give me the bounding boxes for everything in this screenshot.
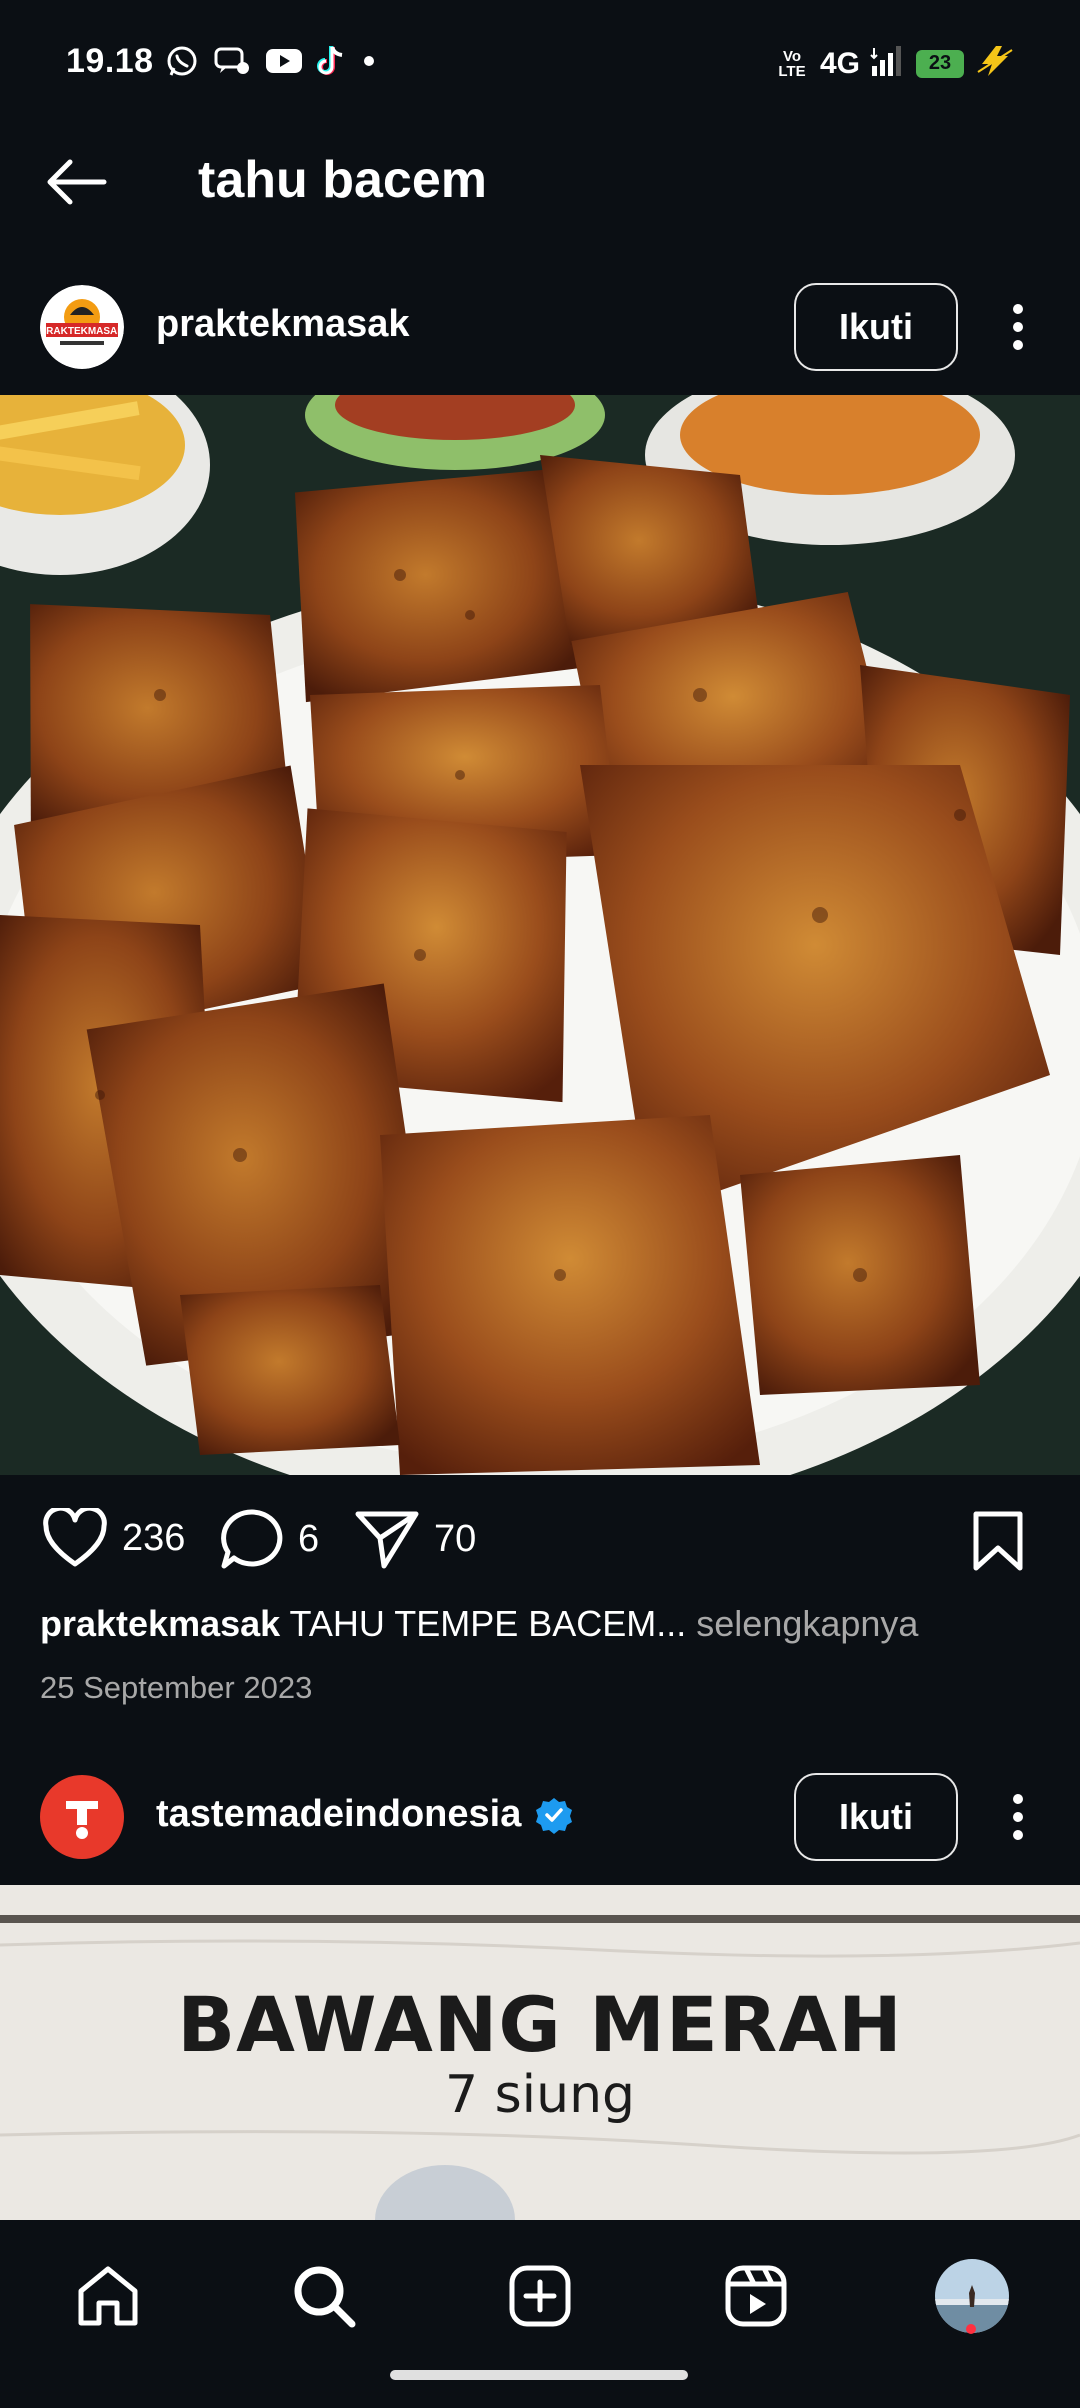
post-header: PRAKTEKMASAK praktekmasak Ikuti	[0, 265, 1080, 385]
system-status: Vo LTE 4G 23	[774, 44, 1016, 83]
bookmark-icon	[973, 1511, 1023, 1571]
username-text[interactable]: praktekmasak	[156, 303, 410, 346]
home-icon	[78, 2266, 138, 2326]
whatsapp-icon	[165, 44, 199, 78]
nav-search[interactable]	[284, 2256, 364, 2336]
more-options-button[interactable]	[992, 1781, 1044, 1853]
comment-count[interactable]: 6	[298, 1518, 319, 1561]
caption-username[interactable]: praktekmasak	[40, 1603, 280, 1644]
home-indicator[interactable]	[390, 2370, 688, 2380]
tiktok-icon	[317, 44, 347, 78]
save-button[interactable]	[970, 1510, 1026, 1577]
like-button[interactable]: 236	[42, 1508, 185, 1568]
avatar-text: PRAKTEKMASAK	[40, 326, 124, 337]
status-bar: 19.18 Vo LTE 4G 23	[0, 0, 1080, 120]
follow-button[interactable]: Ikuti	[794, 1773, 958, 1861]
image-subtitle: 7 siung	[444, 2065, 636, 2125]
verified-badge-icon	[536, 1797, 573, 1834]
username-text[interactable]: tastemadeindonesia	[156, 1793, 521, 1836]
more-vertical-icon	[1013, 1794, 1023, 1840]
page-title: tahu bacem	[198, 151, 487, 209]
dot-icon	[361, 53, 377, 69]
post-date: 25 September 2023	[40, 1670, 313, 1705]
like-count[interactable]: 236	[122, 1517, 185, 1560]
send-icon	[355, 1511, 419, 1569]
status-time: 19.18	[66, 42, 154, 80]
signal-icon	[870, 44, 906, 83]
network-type: 4G	[819, 46, 860, 80]
search-icon	[294, 2266, 356, 2328]
comment-icon	[221, 1509, 283, 1569]
share-button[interactable]: 70	[354, 1508, 476, 1570]
reels-icon	[725, 2265, 787, 2327]
avatar[interactable]	[40, 1775, 124, 1859]
more-options-button[interactable]	[992, 291, 1044, 363]
post-actions: 236 6 70	[0, 1490, 1080, 1590]
volte-indicator: Vo LTE	[778, 47, 806, 80]
post-username[interactable]: praktekmasak	[156, 303, 410, 346]
nav-create[interactable]	[500, 2256, 580, 2336]
heart-icon	[43, 1508, 107, 1567]
tahu-bacem-photo	[0, 395, 1080, 1475]
post-caption[interactable]: praktekmasak TAHU TEMPE BACEM... selengk…	[40, 1602, 918, 1646]
avatar[interactable]: PRAKTEKMASAK	[40, 285, 124, 369]
battery-indicator: 23	[916, 49, 964, 78]
page-header: tahu bacem	[0, 120, 1080, 240]
nav-home[interactable]	[68, 2256, 148, 2336]
notification-dot	[966, 2324, 976, 2334]
follow-button[interactable]: Ikuti	[794, 283, 958, 371]
charging-icon	[974, 44, 1016, 83]
post-username[interactable]: tastemadeindonesia	[156, 1793, 573, 1836]
notification-icons	[165, 44, 377, 78]
chat-icon	[213, 44, 251, 78]
profile-avatar[interactable]	[935, 2259, 1009, 2333]
battery-level: 23	[928, 52, 952, 74]
youtube-icon	[265, 46, 303, 76]
more-vertical-icon	[1013, 304, 1023, 350]
create-icon	[509, 2265, 571, 2327]
share-count[interactable]: 70	[434, 1518, 476, 1561]
caption-text: TAHU TEMPE BACEM...	[289, 1603, 687, 1644]
caption-more-link[interactable]: selengkapnya	[696, 1603, 918, 1644]
comment-button[interactable]: 6	[220, 1508, 319, 1570]
post-image[interactable]	[0, 395, 1080, 1475]
arrow-left-icon	[47, 159, 107, 205]
tastemade-logo-icon	[66, 1801, 98, 1839]
image-title: BAWANG MERAH	[177, 1980, 903, 2069]
nav-reels[interactable]	[716, 2256, 796, 2336]
post-image-2[interactable]: BAWANG MERAH 7 siung	[0, 1885, 1080, 2220]
post-header-2: tastemadeindonesia Ikuti	[0, 1755, 1080, 1875]
back-button[interactable]	[40, 146, 112, 218]
